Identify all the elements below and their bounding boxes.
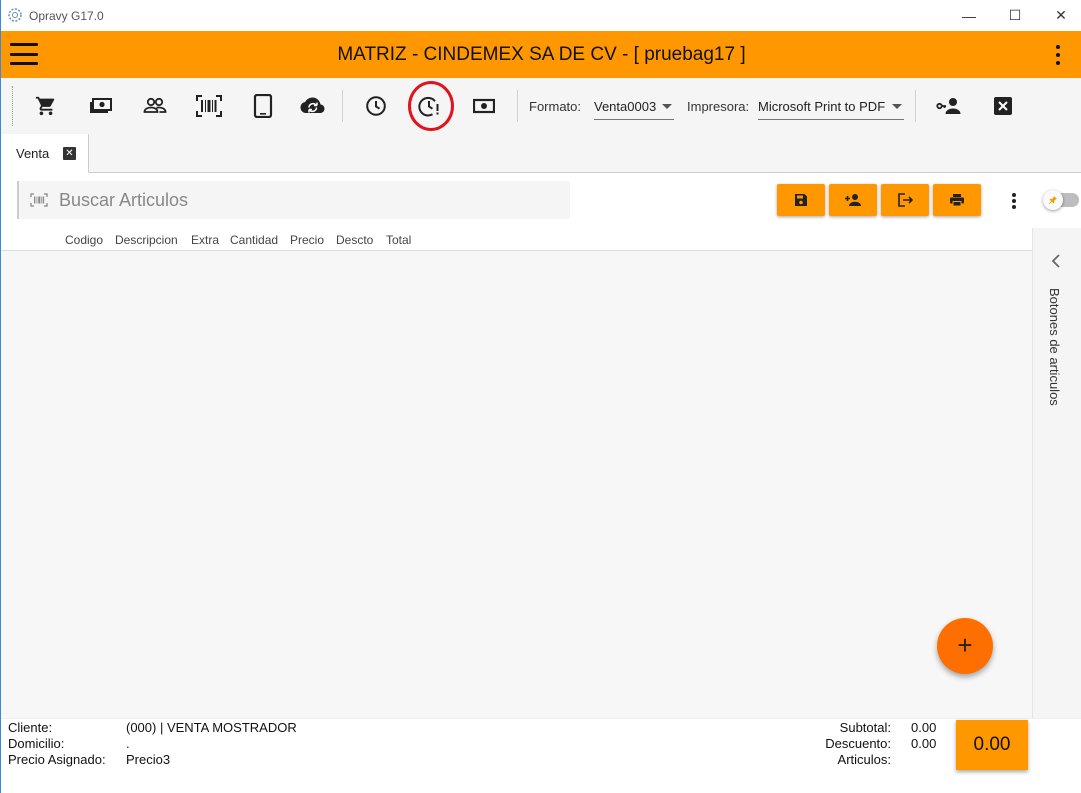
chevron-left-icon[interactable]: [1051, 254, 1061, 268]
title-bar: Opravy G17.0 — ☐ ✕: [1, 0, 1081, 31]
printer-icon: [950, 194, 964, 207]
print-button[interactable]: [933, 184, 981, 216]
total-amount[interactable]: 0.00: [956, 720, 1028, 770]
precio-asignado-value: Precio3: [126, 752, 171, 767]
toolbar-separator: [517, 90, 518, 122]
sale-summary: Cliente: (000) | VENTA MOSTRADOR Domicil…: [1, 718, 1081, 793]
cart-icon[interactable]: [32, 92, 60, 120]
items-grid[interactable]: Codigo Descripcion Extra Cantidad Precio…: [1, 228, 1032, 718]
more-options-icon[interactable]: [1012, 193, 1016, 209]
column-header-extra[interactable]: Extra: [191, 233, 219, 247]
search-input[interactable]: [59, 181, 559, 219]
formato-label: Formato:: [529, 99, 582, 114]
people-icon[interactable]: [141, 92, 169, 120]
chevron-down-icon: [892, 104, 902, 109]
column-header-precio[interactable]: Precio: [290, 233, 324, 247]
tab-venta[interactable]: Venta ✕: [1, 134, 89, 173]
clock-icon[interactable]: [362, 92, 390, 120]
precio-asignado-label: Precio Asignado:: [8, 752, 106, 767]
articulos-label: Articulos:: [837, 752, 891, 767]
barcode-icon[interactable]: [195, 92, 223, 120]
cliente-label: Cliente:: [8, 720, 53, 735]
domicilio-value: .: [126, 736, 130, 751]
exit-button[interactable]: [881, 184, 929, 216]
user-key-icon[interactable]: [935, 92, 963, 120]
money-icon[interactable]: [470, 92, 498, 120]
sale-content: Codigo Descripcion Extra Cantidad Precio…: [1, 173, 1081, 718]
cash-icon[interactable]: [87, 92, 115, 120]
person-add-icon: [845, 194, 861, 206]
subtotal-value: 0.00: [911, 720, 937, 735]
more-options-icon[interactable]: [1055, 45, 1061, 65]
search-bar: [17, 181, 570, 219]
formato-value: Venta0003: [594, 99, 657, 114]
close-window-button[interactable]: ✕: [1038, 0, 1081, 31]
subtotal-label: Subtotal:: [839, 720, 891, 735]
side-panel-label[interactable]: Botones de articulos: [1047, 288, 1062, 406]
page-title: MATRIZ - CINDEMEX SA DE CV - [ pruebag17…: [337, 44, 746, 65]
pin-toggle[interactable]: [1043, 190, 1079, 210]
save-button[interactable]: [777, 184, 825, 216]
descuento-value: 0.00: [911, 736, 937, 751]
exit-icon: [898, 193, 913, 207]
impresora-value: Microsoft Print to PDF: [758, 99, 886, 114]
main-toolbar: Formato: Venta0003 Impresora: Microsoft …: [1, 78, 1081, 134]
column-header-cantidad[interactable]: Cantidad: [230, 233, 278, 247]
formato-select[interactable]: Venta0003: [594, 92, 674, 120]
close-tab-icon[interactable]: ✕: [63, 147, 76, 160]
domicilio-label: Domicilio:: [8, 736, 65, 751]
window-title: Opravy G17.0: [29, 9, 104, 23]
chevron-down-icon: [662, 104, 672, 109]
cliente-value: (000) | VENTA MOSTRADOR: [126, 720, 297, 735]
save-icon: [795, 194, 807, 206]
app-header: MATRIZ - CINDEMEX SA DE CV - [ pruebag17…: [1, 31, 1081, 78]
toolbar-grip: [12, 86, 14, 126]
app-logo-icon: [8, 8, 22, 22]
add-customer-button[interactable]: [829, 184, 877, 216]
column-header-total[interactable]: Total: [386, 233, 411, 247]
add-item-fab[interactable]: +: [937, 618, 993, 674]
column-header-descripcion[interactable]: Descripcion: [115, 233, 178, 247]
maximize-button[interactable]: ☐: [992, 0, 1038, 31]
grid-header: Codigo Descripcion Extra Cantidad Precio…: [1, 228, 1032, 251]
tablet-icon[interactable]: [249, 92, 277, 120]
article-buttons-panel: Botones de articulos: [1032, 228, 1081, 718]
impresora-select[interactable]: Microsoft Print to PDF: [758, 92, 904, 120]
barcode-icon: [30, 193, 48, 207]
close-box-icon[interactable]: [989, 92, 1017, 120]
toolbar-separator: [915, 90, 916, 122]
descuento-label: Descuento:: [825, 736, 891, 751]
column-header-codigo[interactable]: Codigo: [65, 233, 103, 247]
tab-bar: Venta ✕: [1, 134, 1081, 173]
column-header-descto[interactable]: Descto: [336, 233, 373, 247]
pin-icon: [1043, 190, 1063, 210]
cloud-sync-icon[interactable]: [299, 92, 327, 120]
impresora-label: Impresora:: [687, 99, 750, 114]
toolbar-separator: [342, 90, 343, 122]
highlight-annotation: [408, 81, 454, 131]
app-window: Opravy G17.0 — ☐ ✕ MATRIZ - CINDEMEX SA …: [0, 0, 1081, 793]
tab-label: Venta: [16, 146, 50, 161]
minimize-button[interactable]: —: [946, 0, 992, 31]
